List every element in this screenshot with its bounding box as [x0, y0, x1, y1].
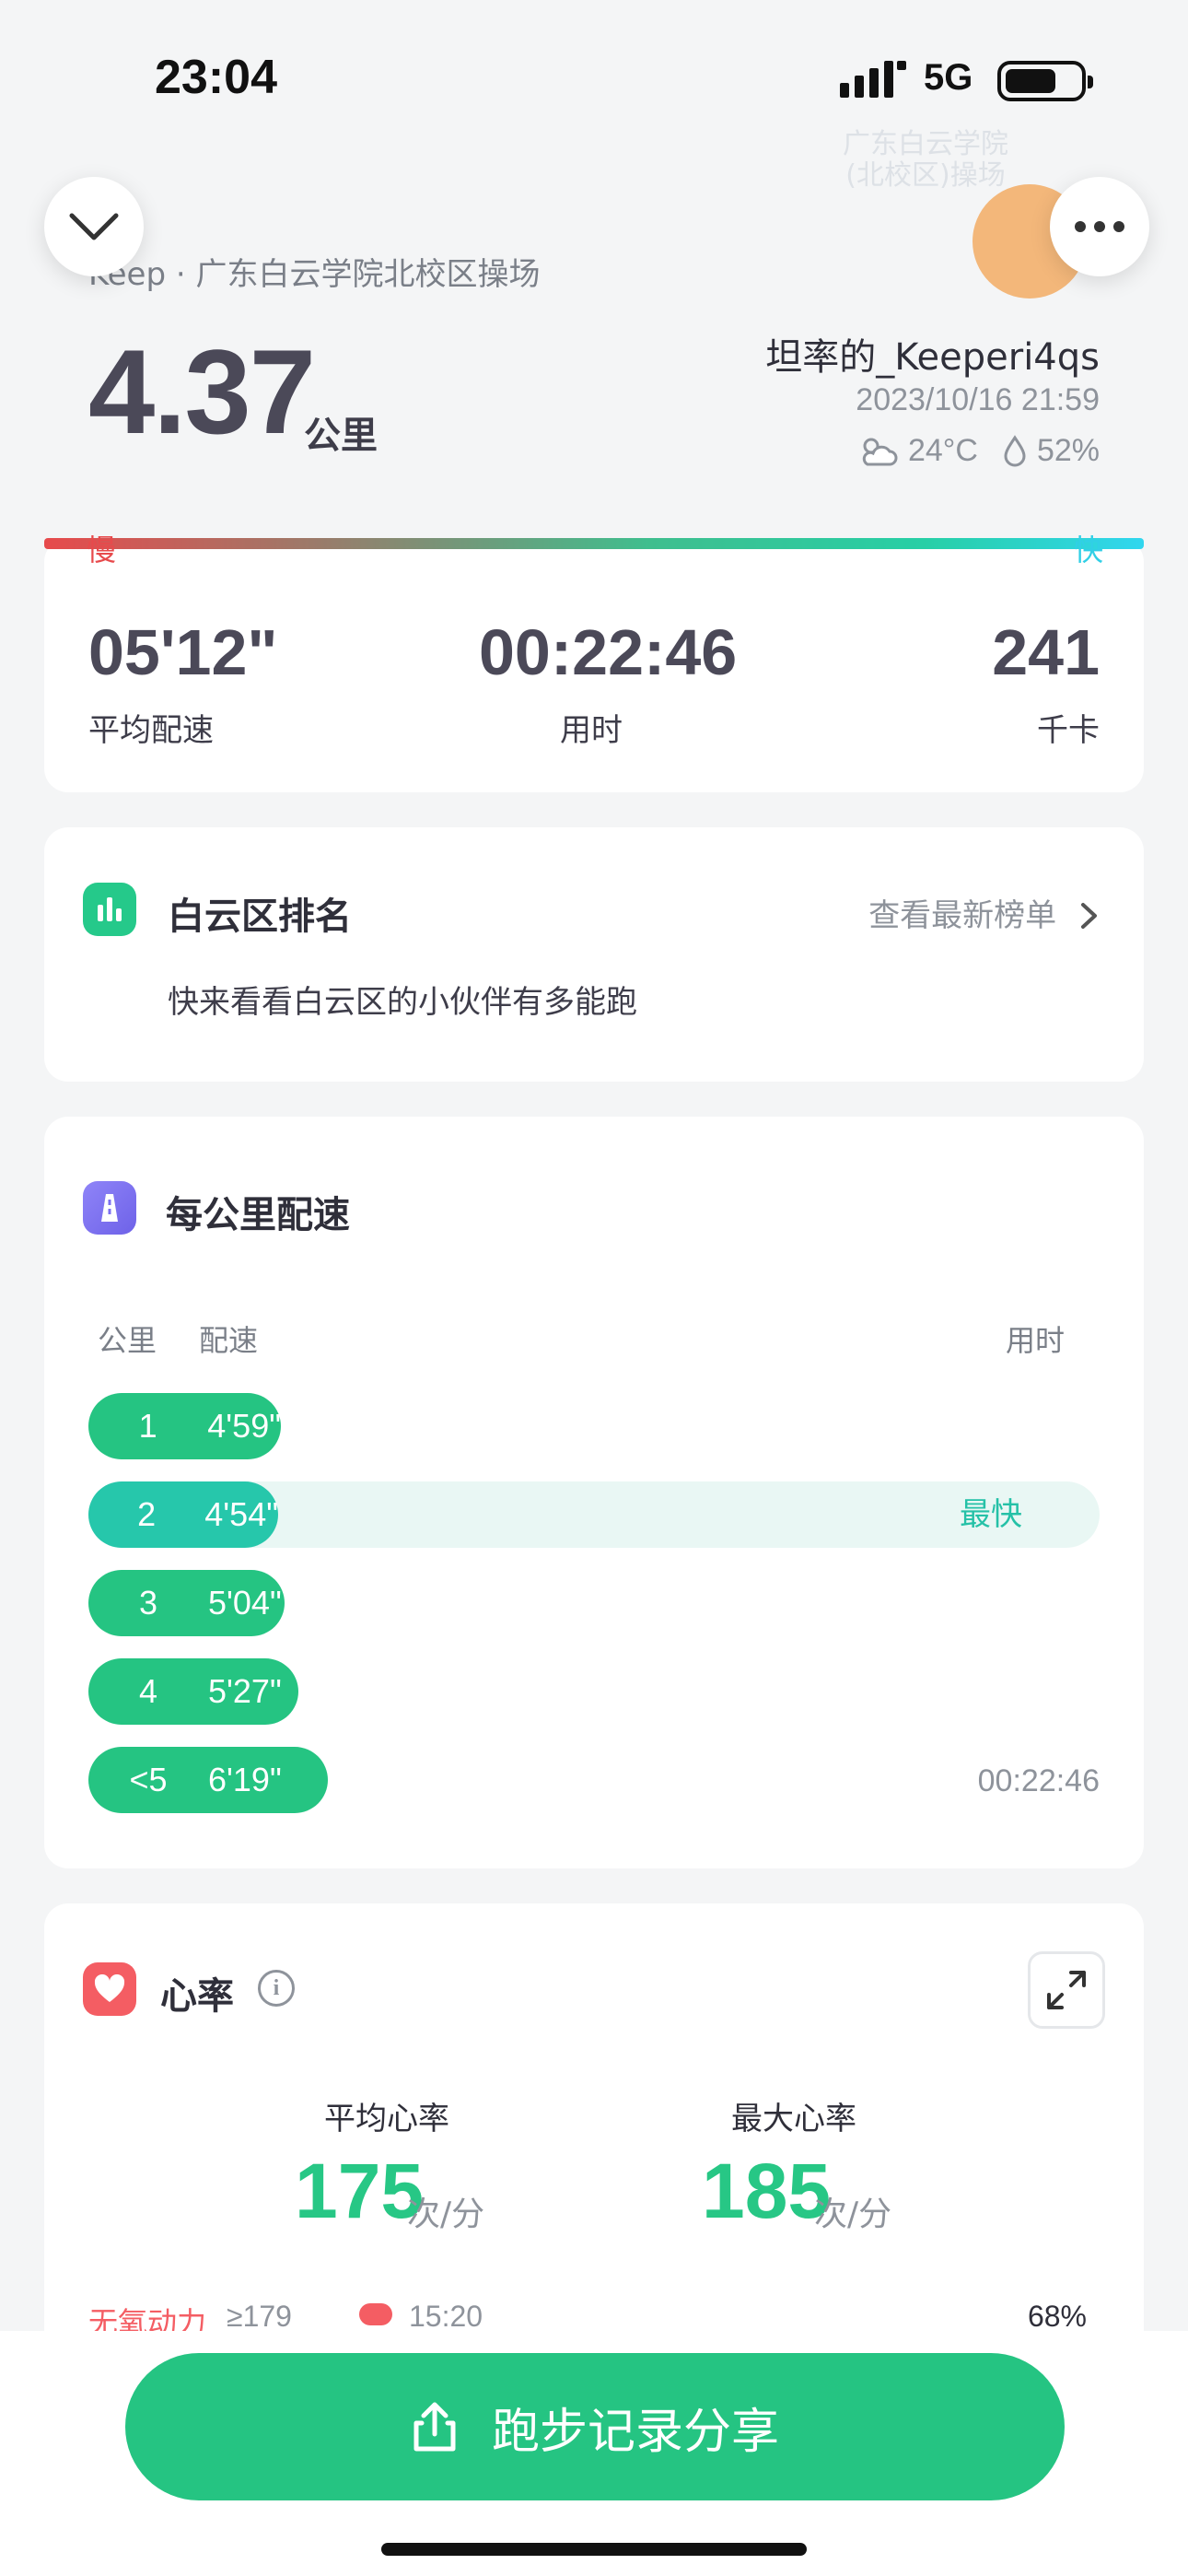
pace-row-km: 3 [138, 1584, 158, 1622]
column-time: 用时 [1005, 1323, 1065, 1358]
max-hr-unit: 次/分 [814, 2195, 892, 2233]
map-watermark: 广东白云学院 (北校区)操场 [843, 128, 1008, 192]
pace-row-pace: 5'04" [208, 1584, 282, 1622]
distance-value: 4.37 [88, 324, 316, 459]
location-label: Keep · 广东白云学院北校区操场 [88, 256, 541, 293]
column-pace: 配速 [199, 1323, 259, 1358]
pace-row-pace: 4'59" [207, 1407, 281, 1445]
expand-button[interactable] [1028, 1951, 1105, 2029]
avg-hr-value: 175 [295, 2148, 425, 2234]
humidity-icon [1004, 434, 1026, 466]
share-button-label: 跑步记录分享 [491, 2404, 779, 2460]
hr-zone-threshold: ≥179 [227, 2300, 292, 2333]
column-km: 公里 [98, 1323, 157, 1358]
fast-label: 快 [1074, 533, 1104, 568]
road-icon [83, 1181, 136, 1235]
ranking-chart-icon [83, 883, 136, 936]
max-hr-label: 最大心率 [731, 2101, 856, 2137]
pace-row: <5 6'19" [88, 1747, 1100, 1813]
avg-hr-label: 平均心率 [324, 2101, 449, 2137]
pace-bar: 2 4'54" [88, 1481, 278, 1548]
heart-rate-title: 心率 [160, 1975, 234, 2018]
run-datetime: 2023/10/16 21:59 [856, 382, 1100, 417]
more-icon [1075, 221, 1124, 232]
ranking-card[interactable] [44, 827, 1144, 1082]
split-total-time: 00:22:46 [977, 1763, 1100, 1798]
info-icon[interactable]: i [258, 1970, 295, 2007]
collapse-button[interactable] [44, 177, 144, 276]
max-hr-value: 185 [702, 2148, 832, 2234]
pace-bar: <5 6'19" [88, 1747, 328, 1813]
pace-row: 3 5'04" [88, 1570, 1100, 1636]
status-time: 23:04 [155, 51, 277, 104]
chevron-down-icon [69, 213, 119, 240]
temperature: 24°C [907, 433, 978, 468]
pace-row-pace: 5'27" [208, 1672, 282, 1710]
pace-per-km-title: 每公里配速 [166, 1194, 350, 1236]
fastest-tag: 最快 [960, 1496, 1022, 1533]
avg-pace-label: 平均配速 [88, 712, 214, 749]
expand-icon [1047, 1971, 1086, 2009]
hr-zone-percent: 68% [1027, 2300, 1087, 2333]
chevron-right-icon [1081, 903, 1097, 929]
pace-bar: 4 5'27" [88, 1658, 298, 1725]
pace-row-km: 4 [138, 1672, 158, 1710]
heart-icon [83, 1962, 136, 2016]
pace-row-km: 2 [137, 1495, 157, 1533]
partly-cloudy-icon [862, 438, 898, 465]
hr-zone-color-pill [359, 2303, 392, 2325]
pace-row: 1 4'59" [88, 1393, 1100, 1459]
avg-pace-value: 05'12" [88, 616, 278, 688]
network-type: 5G [924, 57, 973, 98]
slow-label: 慢 [87, 533, 117, 568]
cellular-signal-icon [840, 61, 906, 98]
duration-value: 00:22:46 [479, 616, 738, 688]
pace-row-pace: 4'54" [204, 1495, 278, 1533]
pace-bar: 3 5'04" [88, 1570, 285, 1636]
hr-zone-time: 15:20 [409, 2300, 483, 2333]
pace-row-pace: 6'19" [208, 1761, 282, 1798]
home-indicator[interactable] [381, 2543, 807, 2556]
avg-hr-unit: 次/分 [407, 2195, 485, 2233]
duration-label: 用时 [560, 712, 623, 749]
ranking-link-label: 查看最新榜单 [868, 897, 1057, 934]
calories-value: 241 [992, 616, 1100, 688]
ranking-description: 快来看看白云区的小伙伴有多能跑 [168, 984, 637, 1021]
pace-bar: 1 4'59" [88, 1393, 281, 1459]
pace-gradient-bar [44, 538, 1144, 549]
ranking-link[interactable]: 查看最新榜单 [868, 890, 1100, 935]
weather-info: 24°C 52% [858, 433, 1100, 469]
pace-row: 4 5'27" [88, 1658, 1100, 1725]
battery-icon [997, 61, 1093, 101]
share-icon [413, 2402, 456, 2452]
pace-row-km: 1 [138, 1407, 157, 1445]
pace-row-km: <5 [129, 1761, 168, 1798]
distance-unit: 公里 [304, 415, 378, 457]
username[interactable]: 坦率的_Keeperi4qs [765, 327, 1100, 381]
more-button[interactable] [1050, 177, 1149, 276]
share-button[interactable]: 跑步记录分享 [125, 2353, 1065, 2500]
humidity: 52% [1036, 433, 1100, 468]
ranking-title: 白云区排名 [168, 896, 352, 938]
pace-row-fastest: 2 4'54" 最快 [88, 1481, 1100, 1548]
calories-label: 千卡 [1037, 712, 1100, 749]
